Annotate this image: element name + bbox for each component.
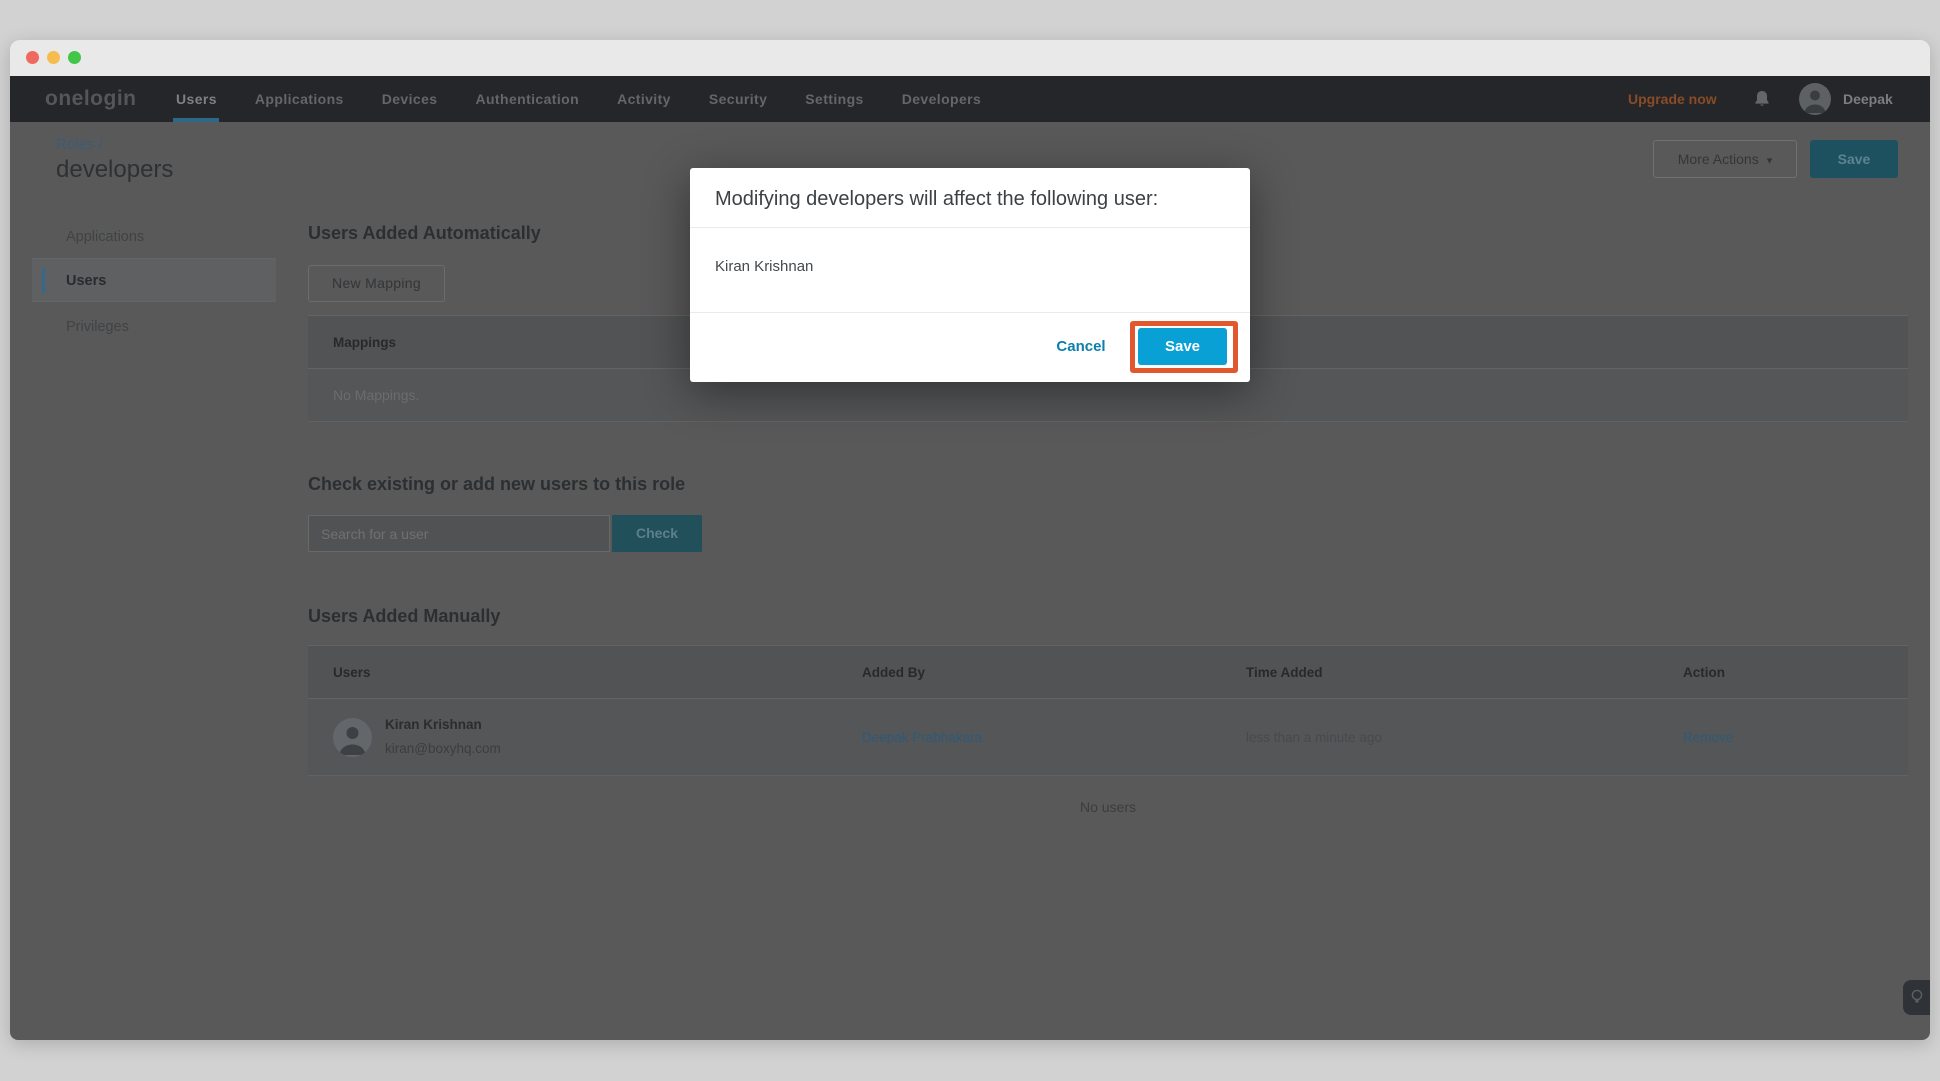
column-header-time-added: Time Added <box>1246 646 1323 699</box>
check-button[interactable]: Check <box>612 515 702 552</box>
row-user-email: kiran@boxyhq.com <box>385 741 501 756</box>
nav-items: Users Applications Devices Authenticatio… <box>157 76 1000 122</box>
window-close-button[interactable] <box>26 51 39 64</box>
nav-item-developers[interactable]: Developers <box>883 76 1000 122</box>
section-heading-users-added-manually: Users Added Manually <box>308 606 500 627</box>
table-row: Kiran Krishnan kiran@boxyhq.com Deepak P… <box>308 699 1908 776</box>
screenshot-canvas: onelogin Users Applications Devices Auth… <box>0 0 1940 1081</box>
time-added-text: less than a minute ago <box>1246 699 1382 776</box>
section-heading-check-users: Check existing or add new users to this … <box>308 474 685 495</box>
new-mapping-button[interactable]: New Mapping <box>308 265 445 302</box>
user-name-label[interactable]: Deepak <box>1843 76 1893 122</box>
nav-item-authentication[interactable]: Authentication <box>456 76 598 122</box>
notification-bell-icon[interactable] <box>1752 89 1772 109</box>
sidebar-item-privileges[interactable]: Privileges <box>32 305 276 349</box>
nav-item-users[interactable]: Users <box>157 76 236 122</box>
lightbulb-icon <box>1910 988 1924 1008</box>
sidebar-item-users[interactable]: Users <box>32 258 276 302</box>
nav-item-applications[interactable]: Applications <box>236 76 363 122</box>
column-header-mappings: Mappings <box>333 316 396 369</box>
remove-link[interactable]: Remove <box>1683 699 1733 776</box>
page-title: developers <box>56 156 173 184</box>
upgrade-now-link[interactable]: Upgrade now <box>1628 76 1717 122</box>
top-nav: onelogin Users Applications Devices Auth… <box>10 76 1930 122</box>
header-save-button[interactable]: Save <box>1810 140 1898 178</box>
added-by-link[interactable]: Deepak Prabhakara <box>862 699 982 776</box>
onelogin-logo[interactable]: onelogin <box>45 76 137 122</box>
no-users-text: No users <box>308 799 1908 815</box>
confirmation-modal: Modifying developers will affect the fol… <box>690 168 1250 382</box>
modal-title: Modifying developers will affect the fol… <box>715 168 1158 227</box>
window-minimize-button[interactable] <box>47 51 60 64</box>
modal-footer-divider <box>690 312 1250 313</box>
affected-user-name: Kiran Krishnan <box>715 258 813 275</box>
nav-item-security[interactable]: Security <box>690 76 786 122</box>
manual-users-table-header: Users Added By Time Added Action <box>308 646 1908 699</box>
user-avatar <box>333 718 372 757</box>
column-header-action: Action <box>1683 646 1725 699</box>
sidebar-item-applications[interactable]: Applications <box>32 215 276 259</box>
nav-item-settings[interactable]: Settings <box>786 76 882 122</box>
section-heading-users-added-automatically: Users Added Automatically <box>308 223 541 244</box>
modal-cancel-button[interactable]: Cancel <box>1045 328 1117 365</box>
modal-save-button[interactable]: Save <box>1138 328 1227 365</box>
lightbulb-help-button[interactable] <box>1903 980 1930 1015</box>
breadcrumb-roles-link[interactable]: Roles / <box>56 136 103 153</box>
row-user-name: Kiran Krishnan <box>385 717 482 732</box>
search-user-input[interactable] <box>308 515 610 552</box>
window-titlebar <box>10 40 1930 76</box>
nav-item-activity[interactable]: Activity <box>598 76 690 122</box>
window-zoom-button[interactable] <box>68 51 81 64</box>
manual-users-table: Users Added By Time Added Action Kiran K… <box>308 645 1908 776</box>
more-actions-button[interactable]: More Actions▾ <box>1653 140 1797 178</box>
modal-title-divider <box>690 227 1250 228</box>
user-avatar[interactable] <box>1799 83 1831 115</box>
column-header-added-by: Added By <box>862 646 925 699</box>
chevron-down-icon: ▾ <box>1767 155 1773 167</box>
column-header-users: Users <box>333 646 371 699</box>
nav-item-devices[interactable]: Devices <box>363 76 457 122</box>
